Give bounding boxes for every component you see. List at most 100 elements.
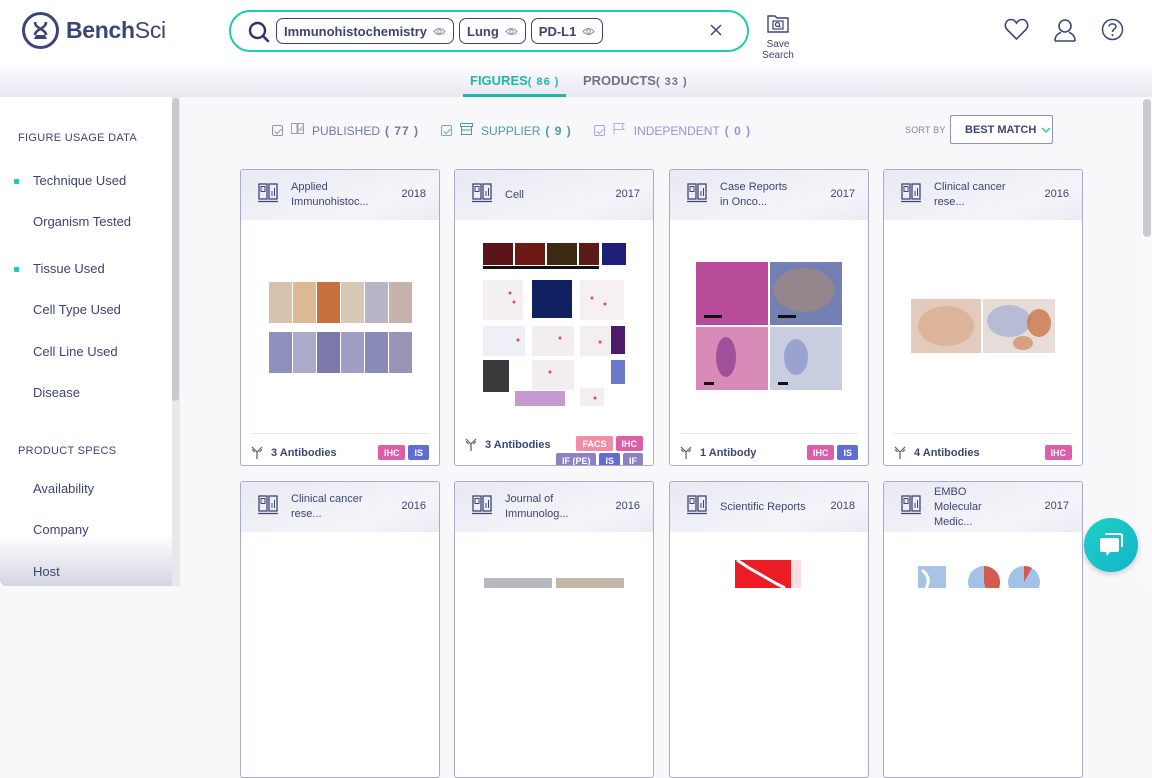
eye-icon[interactable] (433, 24, 446, 39)
tag-ihc[interactable]: IHC (1044, 445, 1072, 460)
journal-title[interactable]: Scientific Reports (720, 500, 820, 515)
user-icon[interactable] (1053, 18, 1077, 47)
benchsci-logo[interactable]: BenchSci (22, 12, 166, 49)
figure-card[interactable]: Cell 2017 3 Antibodies FACS IHC IF (PE) IS… (454, 169, 654, 466)
main-scrollbar-thumb[interactable] (1143, 99, 1151, 237)
journal-title[interactable]: Cell (505, 188, 583, 203)
sidebar-item-tissue-used[interactable]: Tissue Used (14, 261, 105, 276)
header-actions (1004, 18, 1124, 47)
eye-icon[interactable] (505, 24, 518, 39)
figure-card[interactable]: Applied Immunohistoc... 2018 3 Antibodie… (240, 169, 440, 466)
figure-thumbnail[interactable] (484, 578, 624, 588)
journal-title[interactable]: Clinical cancer rese... (291, 492, 391, 522)
figure-card[interactable]: Scientific Reports 2018 (669, 481, 869, 778)
antibody-count[interactable]: 3 Antibodies (251, 446, 337, 459)
journal-title[interactable]: EMBO Molecular Medic... (934, 485, 1012, 530)
filter-count: ( 9 ) (545, 123, 572, 138)
figure-thumbnail[interactable] (670, 220, 868, 431)
figure-card[interactable]: EMBO Molecular Medic... 2017 (883, 481, 1083, 778)
save-search-button[interactable]: Save Search (750, 14, 806, 61)
sidebar-item-technique-used[interactable]: Technique Used (14, 173, 126, 188)
search-bar[interactable]: Immunohistochemistry Lung PD-L1 (229, 10, 749, 52)
figure-card[interactable]: Case Reports in Onco... 2017 1 Antibody … (669, 169, 869, 466)
section-title: PRODUCT SPECS (18, 445, 117, 457)
folder-search-icon (767, 15, 789, 33)
journal-icon (258, 494, 278, 520)
tab-products[interactable]: PRODUCTS( 33 ) (583, 73, 688, 88)
sidebar-item-host[interactable]: Host (33, 564, 60, 579)
journal-title[interactable]: Applied Immunohistoc... (291, 180, 369, 210)
sidebar-item-label: Availability (33, 481, 95, 496)
card-footer: 1 Antibody IHC IS (680, 433, 858, 465)
tag-facs[interactable]: FACS (576, 436, 613, 451)
checkbox[interactable] (441, 125, 453, 136)
sort-by-label: SORT BY (905, 125, 946, 135)
sidebar-item-availability[interactable]: Availability (33, 481, 94, 496)
section-title: FIGURE USAGE DATA (18, 132, 137, 144)
filter-independent[interactable]: INDEPENDENT ( 0 ) (593, 123, 751, 138)
publication-year: 2016 (1044, 188, 1069, 200)
sidebar-item-cell-line-used[interactable]: Cell Line Used (33, 344, 118, 359)
antibody-count[interactable]: 4 Antibodies (894, 446, 980, 459)
logo-mark-icon (22, 12, 59, 49)
antibody-count-label: 4 Antibodies (914, 446, 980, 459)
search-chip[interactable]: Lung (459, 18, 526, 44)
card-header: Journal of Immunolog... 2016 (455, 482, 653, 532)
figure-thumbnail[interactable] (241, 220, 439, 431)
filter-sidebar: FIGURE USAGE DATA Technique Used Organis… (0, 97, 180, 586)
figure-thumbnail[interactable] (455, 220, 653, 424)
sidebar-item-organism-tested[interactable]: Organism Tested (33, 214, 131, 229)
tab-figures[interactable]: FIGURES( 86 ) (463, 73, 567, 97)
help-icon[interactable] (1101, 18, 1124, 47)
tag-is[interactable]: IS (599, 453, 620, 465)
checkbox[interactable] (593, 125, 605, 136)
sidebar-item-disease[interactable]: Disease (33, 385, 80, 400)
tag-is[interactable]: IS (408, 445, 429, 460)
tag-ihc[interactable]: IHC (806, 445, 835, 460)
card-header: EMBO Molecular Medic... 2017 (884, 482, 1082, 532)
sidebar-scrollbar-thumb[interactable] (172, 98, 179, 401)
antibody-count-label: 3 Antibodies (485, 438, 551, 451)
sort-dropdown[interactable]: BEST MATCH (950, 115, 1053, 144)
sidebar-item-label: Cell Line Used (33, 344, 118, 359)
eye-icon[interactable] (582, 24, 596, 39)
antibody-count[interactable]: 3 Antibodies (465, 438, 551, 451)
antibody-count[interactable]: 1 Antibody (680, 446, 756, 459)
chat-button[interactable] (1084, 518, 1138, 572)
tag-if[interactable]: IF (623, 453, 643, 465)
tag-if-pe[interactable]: IF (PE) (555, 453, 597, 465)
card-header: Cell 2017 (455, 170, 653, 220)
technique-tags: IHC IS (377, 445, 429, 460)
active-dot (14, 179, 19, 184)
publication-year: 2017 (830, 188, 855, 200)
tag-ihc[interactable]: IHC (615, 436, 643, 451)
journal-title[interactable]: Journal of Immunolog... (505, 492, 583, 522)
figure-thumbnail[interactable] (912, 560, 1042, 598)
figure-card[interactable]: Journal of Immunolog... 2016 (454, 481, 654, 778)
heart-icon[interactable] (1004, 18, 1029, 47)
clear-search-icon[interactable] (709, 23, 723, 42)
figure-card[interactable]: Clinical cancer rese... 2016 (240, 481, 440, 778)
search-chip[interactable]: Immunohistochemistry (276, 18, 455, 44)
filter-published[interactable]: PUBLISHED ( 77 ) (272, 123, 419, 138)
figure-thumbnail[interactable] (884, 220, 1082, 431)
tag-is[interactable]: IS (837, 445, 858, 460)
journal-icon (687, 182, 707, 208)
antibody-icon (894, 446, 906, 459)
journal-title[interactable]: Case Reports in Onco... (720, 180, 798, 210)
figure-card[interactable]: Clinical cancer rese... 2016 4 Antibodie… (883, 169, 1083, 466)
filter-supplier[interactable]: SUPPLIER ( 9 ) (441, 123, 572, 138)
flag-icon (613, 123, 626, 138)
chat-icon (1100, 533, 1123, 556)
card-header: Clinical cancer rese... 2016 (241, 482, 439, 532)
card-header: Scientific Reports 2018 (670, 482, 868, 532)
publication-year: 2018 (830, 500, 855, 512)
search-icon[interactable] (248, 21, 270, 48)
publication-year: 2016 (401, 500, 426, 512)
tag-ihc[interactable]: IHC (377, 445, 406, 460)
figure-thumbnail[interactable] (735, 558, 801, 593)
journal-title[interactable]: Clinical cancer rese... (934, 180, 1034, 210)
search-chip[interactable]: PD-L1 (530, 18, 604, 44)
checkbox[interactable] (272, 125, 283, 136)
sidebar-item-cell-type-used[interactable]: Cell Type Used (33, 302, 121, 317)
